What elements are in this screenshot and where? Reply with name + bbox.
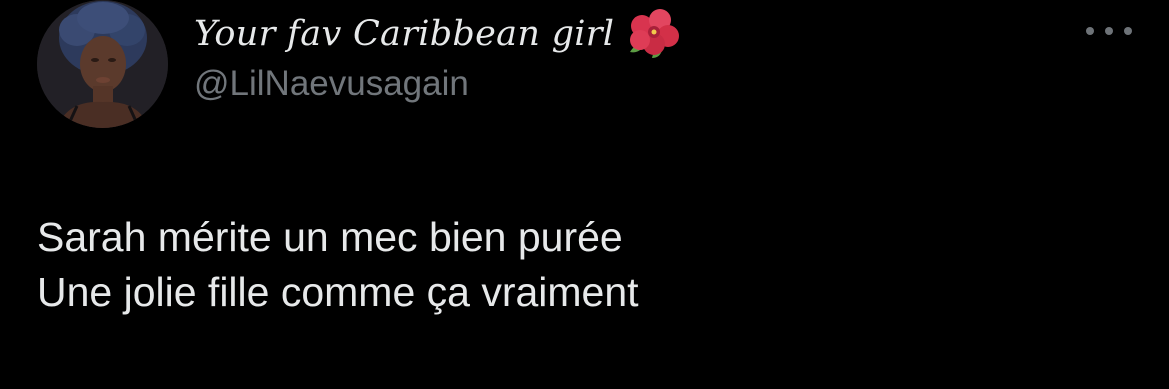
more-options-icon-dot: [1124, 27, 1132, 35]
hibiscus-icon: [624, 6, 680, 62]
more-options-icon: [1086, 27, 1094, 35]
author-info: Your fav Caribbean girl @LilNaevusagain: [194, 6, 680, 104]
display-name[interactable]: Your fav Caribbean girl: [194, 6, 680, 62]
tweet-line: Une jolie fille comme ça vraiment: [37, 269, 639, 315]
tweet-line: Sarah mérite un mec bien purée: [37, 214, 623, 260]
display-name-text: Your fav Caribbean girl: [194, 14, 615, 54]
tweet: Your fav Caribbean girl @LilNaevusagain: [0, 0, 1169, 389]
tweet-text: Sarah mérite un mec bien purée Une jolie…: [37, 210, 639, 320]
more-options-icon-dot: [1105, 27, 1113, 35]
avatar[interactable]: [37, 0, 168, 128]
user-handle[interactable]: @LilNaevusagain: [194, 64, 680, 104]
more-options-button[interactable]: [1086, 18, 1132, 44]
avatar-photo: [37, 0, 168, 128]
